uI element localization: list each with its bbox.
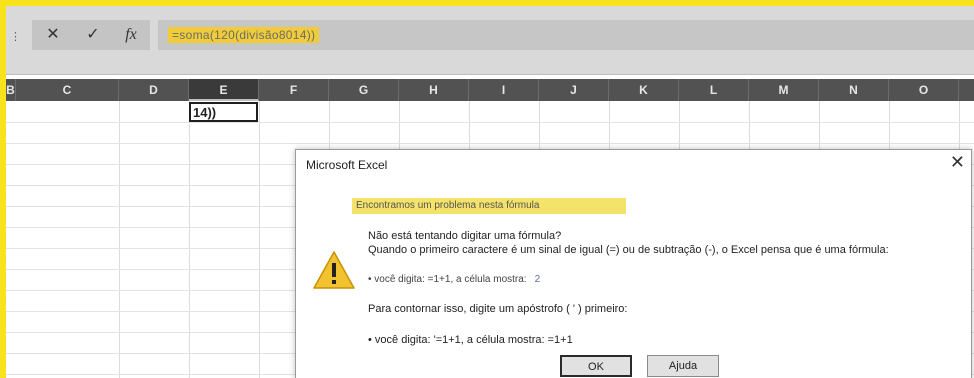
active-cell-e[interactable]: 14)) xyxy=(189,102,258,122)
column-header: B C D E F G H I J K L M N O xyxy=(6,79,974,101)
column-header-e[interactable]: E xyxy=(189,79,259,101)
dialog-example-1: • você digita: =1+1, a célula mostra: 2 xyxy=(368,274,540,285)
column-header-m[interactable]: M xyxy=(749,79,819,101)
column-header-g[interactable]: G xyxy=(329,79,399,101)
formula-text: =soma(120(divisão8014)) xyxy=(168,27,320,43)
dialog-instruction: Para contornar isso, digite um apóstrofo… xyxy=(368,303,628,315)
insert-function-icon[interactable]: fx xyxy=(116,20,146,50)
grid-line xyxy=(6,143,974,144)
formula-bar-buttons: ✕ ✓ fx xyxy=(32,20,150,50)
example-1-text: • você digita: =1+1, a célula mostra: xyxy=(368,274,527,285)
column-header-d[interactable]: D xyxy=(119,79,189,101)
column-header-k[interactable]: K xyxy=(609,79,679,101)
excel-window: ⋮ ✕ ✓ fx =soma(120(divisão8014)) B C D E… xyxy=(6,6,974,378)
error-dialog: Microsoft Excel ✕ Encontramos um problem… xyxy=(295,149,972,378)
formula-input[interactable]: =soma(120(divisão8014)) xyxy=(158,20,974,50)
example-1-value: 2 xyxy=(534,274,541,285)
dialog-title: Microsoft Excel xyxy=(306,158,388,172)
column-header-c[interactable]: C xyxy=(16,79,119,101)
dialog-example-2: • você digita: '=1+1, a célula mostra: =… xyxy=(368,334,573,346)
column-header-b[interactable]: B xyxy=(6,79,16,101)
ok-button[interactable]: OK xyxy=(560,355,632,377)
formula-bar: ⋮ ✕ ✓ fx =soma(120(divisão8014)) xyxy=(6,6,974,75)
enter-icon[interactable]: ✓ xyxy=(78,20,108,50)
column-header-i[interactable]: I xyxy=(469,79,539,101)
cancel-icon[interactable]: ✕ xyxy=(38,20,68,50)
dialog-error-heading: Encontramos um problema nesta fórmula xyxy=(352,198,626,214)
dialog-question: Não está tentando digitar uma fórmula? xyxy=(368,230,562,242)
dialog-explanation: Quando o primeiro caractere é um sinal d… xyxy=(368,244,889,256)
column-header-l[interactable]: L xyxy=(679,79,749,101)
grid-line xyxy=(6,122,974,123)
column-header-o[interactable]: O xyxy=(889,79,959,101)
close-icon[interactable]: ✕ xyxy=(950,152,965,173)
column-header-f[interactable]: F xyxy=(259,79,329,101)
warning-icon xyxy=(313,251,355,289)
column-header-j[interactable]: J xyxy=(539,79,609,101)
help-button[interactable]: Ajuda xyxy=(647,355,719,377)
column-header-n[interactable]: N xyxy=(819,79,889,101)
column-header-h[interactable]: H xyxy=(399,79,469,101)
grip-icon[interactable]: ⋮ xyxy=(10,30,21,43)
